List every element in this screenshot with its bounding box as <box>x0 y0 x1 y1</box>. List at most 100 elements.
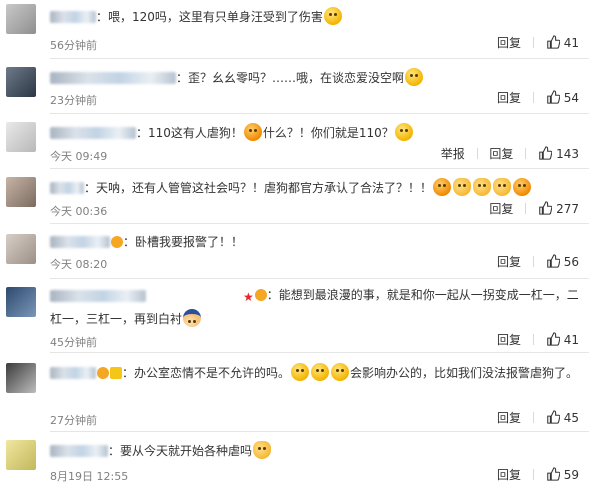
reply-button[interactable]: 回复 <box>497 409 521 426</box>
like-count: 45 <box>563 411 579 426</box>
emoji-icon <box>323 7 342 25</box>
avatar[interactable] <box>6 177 36 207</box>
comment-time: 今天 00:36 <box>50 205 108 218</box>
avatar[interactable] <box>6 363 36 393</box>
comment-text: ：天呐，还有人管管这社会吗？！虐狗都官方承认了合法了？！！ <box>84 177 532 199</box>
comment-text: ：要从今天就开始各种虐吗 <box>108 440 272 462</box>
thumbs-up-icon <box>546 332 560 346</box>
like-button[interactable]: 56 <box>546 254 579 270</box>
thumbs-up-icon <box>539 146 553 160</box>
like-count: 143 <box>556 147 579 162</box>
comment-text: ：卧槽我要报警了！！ <box>110 231 243 253</box>
comment-text: ：歪？幺幺零吗？……哦，在谈恋爱没空啊 <box>176 67 424 89</box>
comment-6: ★ ：能想到最浪漫的事，就是和你一起从一拐变成一杠一，二杠一，三杠一，再到白衬 4… <box>0 279 589 349</box>
comment-text: ：办公室恋情不是不允许的吗。 会影响办公的，比如我们没法报警虐狗了。 <box>50 362 580 384</box>
comment-actions: 回复 54 <box>497 89 579 106</box>
divider <box>532 37 534 48</box>
vip-badge-icon <box>111 236 123 248</box>
avatar[interactable] <box>6 440 36 470</box>
report-button[interactable]: 举报 <box>441 145 465 162</box>
emoji-icon <box>394 123 413 141</box>
like-button[interactable]: 45 <box>546 410 579 426</box>
comment-actions: 回复 56 <box>497 253 579 270</box>
vip-badge-icon <box>110 367 122 379</box>
like-button[interactable]: 143 <box>538 146 579 162</box>
username[interactable] <box>50 182 84 194</box>
thumbs-up-icon <box>546 35 560 49</box>
like-button[interactable]: 277 <box>538 201 579 217</box>
reply-button[interactable]: 回复 <box>497 89 521 106</box>
avatar[interactable] <box>6 234 36 264</box>
comment-4: ：天呐，还有人管管这社会吗？！虐狗都官方承认了合法了？！！ 今天 00:36 回… <box>0 169 589 227</box>
emoji-icon <box>331 363 350 381</box>
comment-5: ：卧槽我要报警了！！ 今天 08:20 回复 56 <box>0 224 589 280</box>
avatar[interactable] <box>6 287 36 317</box>
angry-emoji-icon <box>243 123 262 141</box>
comment-time: 今天 09:49 <box>50 150 108 163</box>
divider <box>532 256 534 267</box>
like-button[interactable]: 54 <box>546 90 579 106</box>
comment-1: ：喂，120吗，这里有只单身汪受到了伤害 56分钟前 回复 41 <box>0 0 589 58</box>
comment-actions: 回复 41 <box>497 331 579 348</box>
comment-text: ：110这有人虐狗！ 什么？！你们就是110？ <box>136 122 414 144</box>
comment-actions: 回复 59 <box>497 466 579 483</box>
username[interactable] <box>50 127 136 139</box>
like-button[interactable]: 41 <box>546 332 579 348</box>
comment-time: 45分钟前 <box>50 336 97 349</box>
divider <box>525 203 527 214</box>
thumbs-up-icon <box>539 201 553 215</box>
comment-time: 56分钟前 <box>50 39 97 52</box>
like-count: 41 <box>563 36 579 51</box>
angry-emoji-icon <box>433 178 452 196</box>
like-button[interactable]: 59 <box>546 467 579 483</box>
avatar[interactable] <box>6 4 36 34</box>
comment-text: ：喂，120吗，这里有只单身汪受到了伤害 <box>96 6 343 28</box>
comment-time: 23分钟前 <box>50 94 97 107</box>
username[interactable] <box>50 445 108 457</box>
username[interactable] <box>50 72 176 84</box>
police-emoji-icon <box>183 309 202 327</box>
reply-button[interactable]: 回复 <box>497 466 521 483</box>
divider <box>525 148 527 159</box>
comment-actions: 回复 41 <box>497 34 579 51</box>
username[interactable] <box>50 236 110 248</box>
emoji-icon <box>405 68 424 86</box>
comment-time: 今天 08:20 <box>50 258 108 271</box>
comment-8: ：要从今天就开始各种虐吗 8月19日 12:55 回复 59 <box>0 432 589 497</box>
like-button[interactable]: 41 <box>546 35 579 51</box>
comment-time: 27分钟前 <box>50 414 97 427</box>
comment-3: ：110这有人虐狗！ 什么？！你们就是110？ 今天 09:49 举报 回复 14… <box>0 114 589 169</box>
like-count: 41 <box>563 333 579 348</box>
like-count: 54 <box>563 91 579 106</box>
avatar[interactable] <box>6 67 36 97</box>
comment-7: ：办公室恋情不是不允许的吗。 会影响办公的，比如我们没法报警虐狗了。 27分钟前 … <box>0 353 589 433</box>
reply-button[interactable]: 回复 <box>497 34 521 51</box>
divider <box>532 92 534 103</box>
vip-badge-icon <box>254 289 267 301</box>
cat-emoji-icon <box>453 178 472 196</box>
vip-badge-icon <box>97 367 109 379</box>
thumbs-up-icon <box>546 90 560 104</box>
cat-emoji-icon <box>473 178 492 196</box>
divider <box>532 469 534 480</box>
like-count: 56 <box>563 255 579 270</box>
comment-actions: 回复 45 <box>497 409 579 426</box>
cat-emoji-icon <box>253 441 272 459</box>
comment-2: ：歪？幺幺零吗？……哦，在谈恋爱没空啊 23分钟前 回复 54 <box>0 59 589 117</box>
comment-time: 8月19日 12:55 <box>50 470 129 483</box>
username[interactable] <box>50 11 96 23</box>
comment-actions: 举报 回复 143 <box>441 145 579 162</box>
like-count: 59 <box>563 468 579 483</box>
cat-emoji-icon <box>493 178 512 196</box>
divider <box>476 148 478 159</box>
comment-actions: 回复 277 <box>489 200 579 217</box>
like-count: 277 <box>556 202 579 217</box>
thumbs-up-icon <box>546 254 560 268</box>
reply-button[interactable]: 回复 <box>497 331 521 348</box>
reply-button[interactable]: 回复 <box>497 253 521 270</box>
reply-button[interactable]: 回复 <box>489 200 513 217</box>
reply-button[interactable]: 回复 <box>489 145 513 162</box>
divider <box>532 412 534 423</box>
comment-text: ★ ：能想到最浪漫的事，就是和你一起从一拐变成一杠一，二杠一，三杠一，再到白衬 <box>50 288 579 327</box>
avatar[interactable] <box>6 122 36 152</box>
